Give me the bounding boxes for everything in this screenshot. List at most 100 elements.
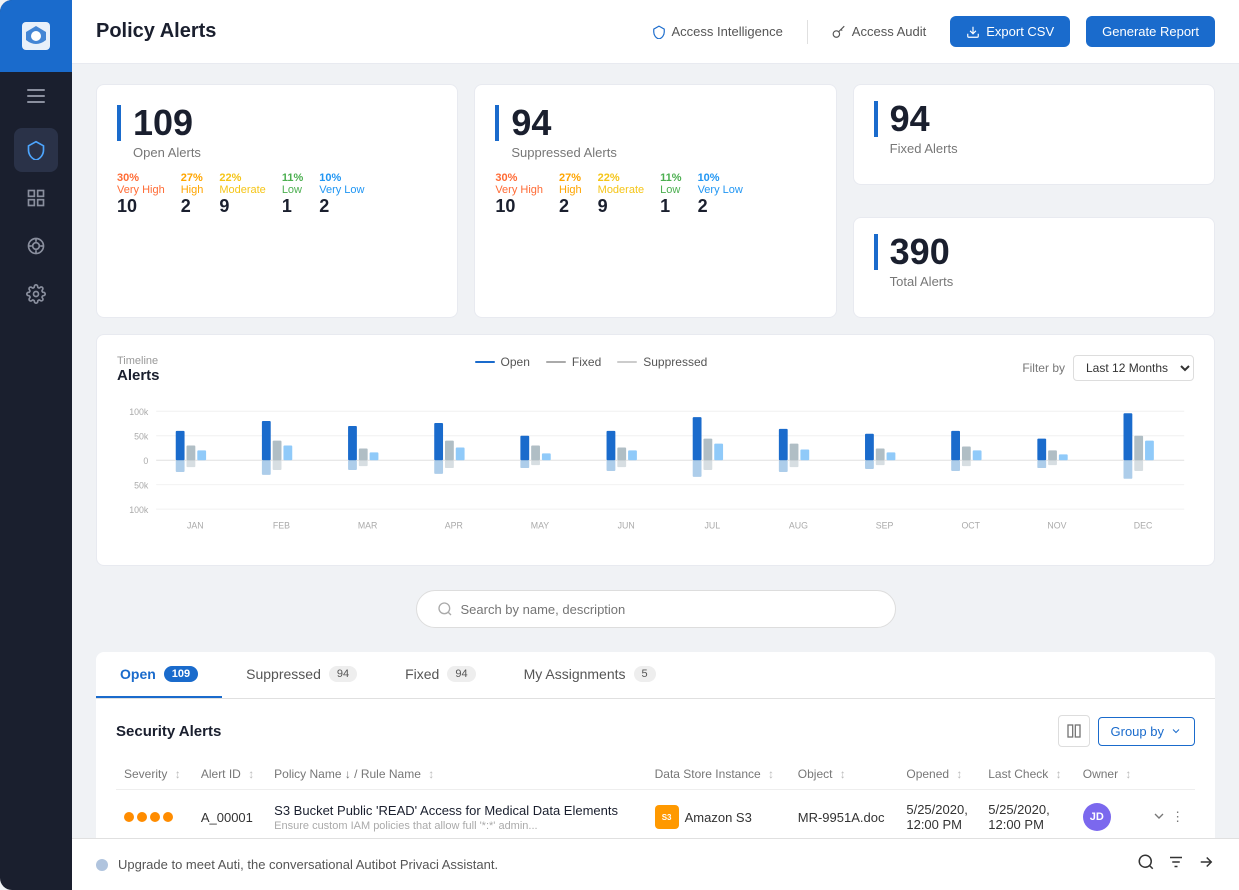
supp-moderate-item: 22% Moderate 9 — [598, 172, 644, 217]
tab-fixed-badge: 94 — [447, 666, 475, 682]
row1-more-button[interactable]: ⋮ — [1171, 809, 1184, 825]
row1-opened: 5/25/2020,12:00 PM — [898, 790, 980, 839]
row1-ds-cell: S3 Amazon S3 — [655, 805, 782, 829]
svg-text:JAN: JAN — [187, 521, 204, 531]
col-actions — [1143, 759, 1195, 790]
col-policy-name[interactable]: Policy Name ↓ / Rule Name ↕ — [266, 759, 646, 790]
table-row: A_00001 S3 Bucket Public 'READ' Access f… — [116, 790, 1195, 839]
row1-object: MR-9951A.doc — [790, 790, 899, 839]
alerts-table: Severity ↕ Alert ID ↕ Policy Name ↓ / Ru… — [116, 759, 1195, 838]
group-by-button[interactable]: Group by — [1098, 717, 1195, 746]
very-low-count: 2 — [319, 196, 364, 217]
search-input[interactable] — [461, 602, 875, 617]
chart-title-group: Timeline Alerts — [117, 355, 160, 384]
tab-open[interactable]: Open 109 — [96, 652, 222, 698]
legend-open: Open — [475, 355, 530, 369]
chart-timeline-label: Timeline — [117, 355, 160, 367]
svg-text:APR: APR — [445, 521, 463, 531]
svg-text:OCT: OCT — [961, 521, 980, 531]
svg-text:100k: 100k — [129, 407, 149, 417]
col-datastore[interactable]: Data Store Instance ↕ — [647, 759, 790, 790]
chart-legend: Open Fixed Suppressed — [475, 355, 708, 369]
bottom-bar: Upgrade to meet Auti, the conversational… — [72, 838, 1239, 890]
table-section: Security Alerts Group by — [96, 699, 1215, 838]
row1-actions: ⋮ — [1143, 790, 1195, 839]
export-csv-label: Export CSV — [986, 24, 1054, 39]
auti-dot — [96, 859, 108, 871]
bottom-bar-text: Upgrade to meet Auti, the conversational… — [118, 857, 498, 872]
search-bottom-icon[interactable] — [1137, 853, 1155, 876]
row1-row-actions: ⋮ — [1151, 808, 1187, 827]
moderate-label: Moderate — [219, 184, 265, 196]
bottom-bar-message: Upgrade to meet Auti, the conversational… — [96, 857, 498, 872]
very-low-item: 10% Very Low 2 — [319, 172, 364, 217]
forward-bottom-icon[interactable] — [1197, 853, 1215, 876]
tab-fixed[interactable]: Fixed 94 — [381, 652, 499, 698]
tab-my-assignments[interactable]: My Assignments 5 — [500, 652, 680, 698]
fixed-alerts-label: Fixed Alerts — [874, 141, 1194, 156]
columns-icon — [1066, 723, 1082, 739]
access-intelligence-link[interactable]: Access Intelligence — [644, 24, 791, 39]
col-last-check[interactable]: Last Check ↕ — [980, 759, 1074, 790]
sidebar-item-dashboard[interactable] — [14, 176, 58, 220]
sidebar-item-shield[interactable] — [14, 128, 58, 172]
dot-4 — [163, 812, 173, 822]
fixed-alerts-card: 94 Fixed Alerts — [853, 84, 1215, 185]
tab-assignments-badge: 5 — [634, 666, 656, 682]
access-audit-link[interactable]: Access Audit — [824, 24, 934, 39]
svg-text:0: 0 — [143, 456, 148, 466]
legend-open-label: Open — [501, 355, 530, 369]
export-csv-button[interactable]: Export CSV — [950, 16, 1070, 47]
row1-expand-button[interactable] — [1151, 808, 1167, 827]
col-object[interactable]: Object ↕ — [790, 759, 899, 790]
dot-2 — [137, 812, 147, 822]
forward-icon — [1197, 853, 1215, 871]
legend-suppressed-dot — [617, 361, 637, 363]
sidebar-item-settings[interactable] — [14, 272, 58, 316]
legend-suppressed: Suppressed — [617, 355, 707, 369]
filter-select[interactable]: Last 12 Months Last 6 Months Last 3 Mont… — [1073, 355, 1194, 381]
tab-open-label: Open — [120, 666, 156, 682]
supp-high-item: 27% High 2 — [559, 172, 582, 217]
fixed-alerts-number: 94 — [874, 101, 1194, 137]
sidebar-menu-button[interactable] — [0, 72, 72, 120]
row1-ds-name: Amazon S3 — [685, 810, 752, 825]
generate-report-button[interactable]: Generate Report — [1086, 16, 1215, 47]
moderate-item: 22% Moderate 9 — [219, 172, 265, 217]
svg-text:DEC: DEC — [1134, 521, 1153, 531]
columns-icon-button[interactable] — [1058, 715, 1090, 747]
high-label: High — [181, 184, 204, 196]
col-severity[interactable]: Severity ↕ — [116, 759, 193, 790]
row1-severity — [116, 790, 193, 839]
filter-icon — [1167, 853, 1185, 871]
access-audit-label: Access Audit — [852, 24, 926, 39]
filter-label: Filter by — [1022, 361, 1065, 375]
dot-1 — [124, 812, 134, 822]
search-icon — [1137, 853, 1155, 871]
high-item: 27% High 2 — [181, 172, 204, 217]
row1-last-check: 5/25/2020,12:00 PM — [980, 790, 1074, 839]
low-pct: 11% — [282, 172, 303, 184]
tab-suppressed[interactable]: Suppressed 94 — [222, 652, 381, 698]
suppressed-alerts-number: 94 — [495, 105, 815, 141]
total-alerts-label: Total Alerts — [874, 274, 1194, 289]
col-alert-id[interactable]: Alert ID ↕ — [193, 759, 266, 790]
suppressed-alerts-breakdown: 30% Very High 10 27% High 2 22% Moderate… — [495, 172, 815, 217]
col-opened[interactable]: Opened ↕ — [898, 759, 980, 790]
shield-icon — [652, 25, 666, 39]
search-container — [416, 590, 896, 628]
svg-text:SEP: SEP — [876, 521, 894, 531]
tabs-table-section: Open 109 Suppressed 94 Fixed 94 My Assig… — [96, 652, 1215, 838]
col-owner[interactable]: Owner ↕ — [1075, 759, 1143, 790]
amazon-s3-icon: S3 — [655, 805, 679, 829]
generate-report-label: Generate Report — [1102, 24, 1199, 39]
tabs-bar: Open 109 Suppressed 94 Fixed 94 My Assig… — [96, 652, 1215, 699]
row1-alert-id: A_00001 — [193, 790, 266, 839]
moderate-pct: 22% — [219, 172, 265, 184]
row1-owner: JD — [1075, 790, 1143, 839]
table-section-title: Security Alerts — [116, 723, 221, 740]
chart-filter: Filter by Last 12 Months Last 6 Months L… — [1022, 355, 1194, 381]
chevron-down-icon — [1151, 808, 1167, 824]
sidebar-item-target[interactable] — [14, 224, 58, 268]
filter-bottom-icon[interactable] — [1167, 853, 1185, 876]
